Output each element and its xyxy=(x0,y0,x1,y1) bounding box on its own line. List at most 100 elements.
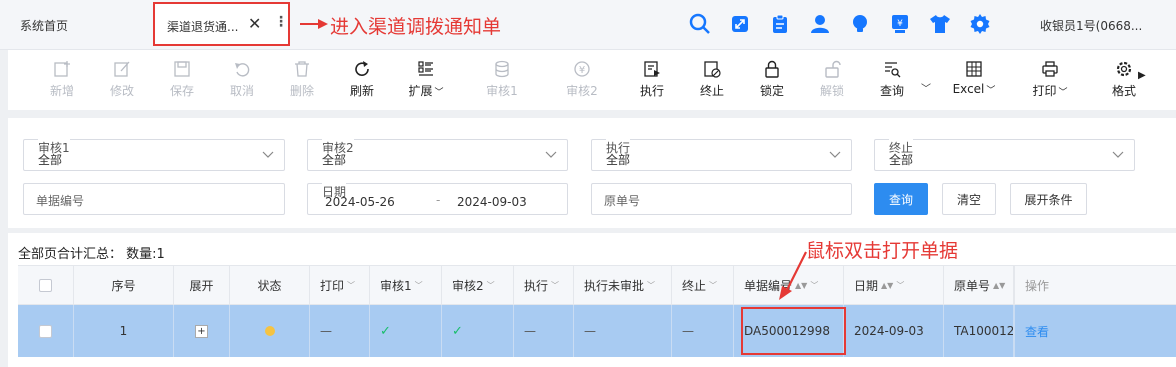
cell-status xyxy=(230,305,310,357)
lock-icon xyxy=(742,58,802,80)
cell-audit1: ✓ xyxy=(370,305,442,357)
cell-date: 2024-09-03 xyxy=(844,305,944,357)
query-button[interactable]: 查询 xyxy=(862,58,922,99)
terminate-button[interactable]: 终止 xyxy=(682,58,742,99)
refresh-button[interactable]: 刷新 xyxy=(332,58,392,99)
sort-icon[interactable]: ▲▼ xyxy=(993,281,1005,290)
header-exec-unapproved[interactable]: 执行未审批 ﹀ xyxy=(574,266,672,304)
cell-seq: 1 xyxy=(74,305,174,357)
delete-button[interactable]: 删除 xyxy=(272,58,332,99)
edit-icon xyxy=(92,58,152,80)
query-dropdown-chevron-icon[interactable]: ﹀ xyxy=(921,80,931,95)
unlock-button[interactable]: 解锁 xyxy=(802,58,862,99)
table-icon xyxy=(942,58,1006,80)
audit2-select[interactable]: 审核2 全部 xyxy=(307,139,568,171)
user-icon[interactable] xyxy=(800,10,840,38)
user-name[interactable]: 收银员1号(0668... xyxy=(1040,17,1142,34)
execute-button[interactable]: 执行 xyxy=(622,58,682,99)
header-orig-no[interactable]: 原单号 ▲▼ xyxy=(944,266,1014,304)
chevron-down-icon xyxy=(1112,151,1124,158)
cashier-icon[interactable]: ¥ xyxy=(880,10,920,38)
print-button[interactable]: 打印 ﹀ xyxy=(1018,58,1082,99)
date-range-input[interactable]: 日期 2024-05-26 - 2024-09-03 xyxy=(307,183,568,215)
add-button[interactable]: 新增 xyxy=(32,58,92,99)
header-date[interactable]: 日期 ▲▼ ﹀ xyxy=(844,266,944,304)
summary-text: 全部页合计汇总： 数量:1 xyxy=(18,247,165,262)
filter-panel: 审核1 全部 审核2 全部 执行 全部 终止 全部 单据编号 日期 2024-0… xyxy=(8,118,1176,228)
chevron-down-icon: ﹀ xyxy=(414,280,423,290)
check-icon: ✓ xyxy=(452,323,463,339)
header-print[interactable]: 打印 ﹀ xyxy=(310,266,370,304)
header-ops: 操作 xyxy=(1014,266,1176,304)
tab-label: 渠道退货通... xyxy=(167,20,239,34)
save-button[interactable]: 保存 xyxy=(152,58,212,99)
expand-conditions-button[interactable]: 展开条件 xyxy=(1010,183,1087,215)
bulb-icon[interactable] xyxy=(840,10,880,38)
svg-text:¥: ¥ xyxy=(579,65,585,76)
list-icon xyxy=(394,58,458,80)
chevron-down-icon xyxy=(262,151,274,158)
tab-home[interactable]: 系统首页 xyxy=(20,17,68,34)
checkbox[interactable] xyxy=(39,278,52,292)
date-from[interactable]: 2024-05-26 xyxy=(325,195,395,209)
doc-no-input[interactable]: 单据编号 xyxy=(23,183,285,215)
date-to[interactable]: 2024-09-03 xyxy=(457,195,527,209)
header-terminate[interactable]: 终止 ﹀ xyxy=(672,266,734,304)
cell-exec-unapproved: — xyxy=(574,305,672,357)
svg-text:¥: ¥ xyxy=(897,19,903,29)
lock-button[interactable]: 锁定 xyxy=(742,58,802,99)
chevron-down-icon: ﹀ xyxy=(551,280,560,290)
more-icon[interactable]: ⋮ xyxy=(274,14,288,30)
audit2-button[interactable]: ¥ 审核2 xyxy=(552,58,612,99)
shirt-icon[interactable] xyxy=(920,10,960,38)
scroll-right-icon[interactable]: ▶ xyxy=(1138,70,1146,81)
query-submit-button[interactable]: 查询 xyxy=(874,183,928,215)
table-row[interactable]: 1 + — ✓ ✓ — — — DA500012998 2024-09-03 T… xyxy=(18,305,1176,357)
checkbox[interactable] xyxy=(39,324,52,338)
annotation-arrow-icon xyxy=(300,19,328,29)
header-expand: 展开 xyxy=(174,266,230,304)
execute-select[interactable]: 执行 全部 xyxy=(591,139,852,171)
sort-icon[interactable]: ▲▼ xyxy=(881,281,893,290)
excel-button[interactable]: Excel ﹀ xyxy=(942,58,1006,96)
annotation-arrow-icon xyxy=(779,251,807,300)
top-bar: 系统首页 渠道退货通... ✕ ⋮ 进入渠道调拨通知单 ¥ 收银员1号(0668… xyxy=(0,0,1176,50)
edit-button[interactable]: 修改 xyxy=(92,58,152,99)
header-audit1[interactable]: 审核1 ﹀ xyxy=(370,266,442,304)
toolbar: 新增 修改 保存 取消 删除 刷新 扩展 ﹀ 审核1 ¥ 审核2 执行 终止 锁… xyxy=(8,50,1176,110)
close-icon[interactable]: ✕ xyxy=(248,14,261,33)
plus-icon[interactable]: + xyxy=(195,324,208,338)
header-select-all[interactable] xyxy=(18,266,74,304)
clear-button[interactable]: 清空 xyxy=(942,183,996,215)
terminate-select[interactable]: 终止 全部 xyxy=(874,139,1135,171)
tab-channel-return[interactable]: 渠道退货通... ✕ ⋮ xyxy=(153,2,290,46)
header-execute[interactable]: 执行 ﹀ xyxy=(514,266,574,304)
annotation-dblclick: 鼠标双击打开单据 xyxy=(806,240,959,262)
expand-icon[interactable] xyxy=(720,10,760,38)
database-icon xyxy=(472,58,532,80)
cell-execute: — xyxy=(514,305,574,357)
trash-icon xyxy=(272,58,332,80)
chevron-down-icon: ﹀ xyxy=(486,280,495,290)
chevron-down-icon: ﹀ xyxy=(709,280,718,290)
audit1-button[interactable]: 审核1 xyxy=(472,58,532,99)
chevron-down-icon: ﹀ xyxy=(1058,88,1068,98)
row-select[interactable] xyxy=(18,305,74,357)
annotation-enter: 进入渠道调拨通知单 xyxy=(330,16,502,38)
yen-icon: ¥ xyxy=(552,58,612,80)
audit1-select[interactable]: 审核1 全部 xyxy=(23,139,285,171)
cell-expand[interactable]: + xyxy=(174,305,230,357)
header-audit2[interactable]: 审核2 ﹀ xyxy=(442,266,514,304)
chevron-down-icon: ﹀ xyxy=(347,280,356,290)
clipboard-icon[interactable] xyxy=(760,10,800,38)
add-icon xyxy=(32,58,92,80)
extend-button[interactable]: 扩展 ﹀ xyxy=(394,58,458,99)
cell-print: — xyxy=(310,305,370,357)
search-icon[interactable] xyxy=(680,10,720,38)
view-link[interactable]: 查看 xyxy=(1025,323,1049,340)
orig-no-input[interactable]: 原单号 xyxy=(591,183,852,215)
execute-icon xyxy=(622,58,682,80)
gear-icon[interactable] xyxy=(960,10,1000,38)
cancel-button[interactable]: 取消 xyxy=(212,58,272,99)
unlock-icon xyxy=(802,58,862,80)
